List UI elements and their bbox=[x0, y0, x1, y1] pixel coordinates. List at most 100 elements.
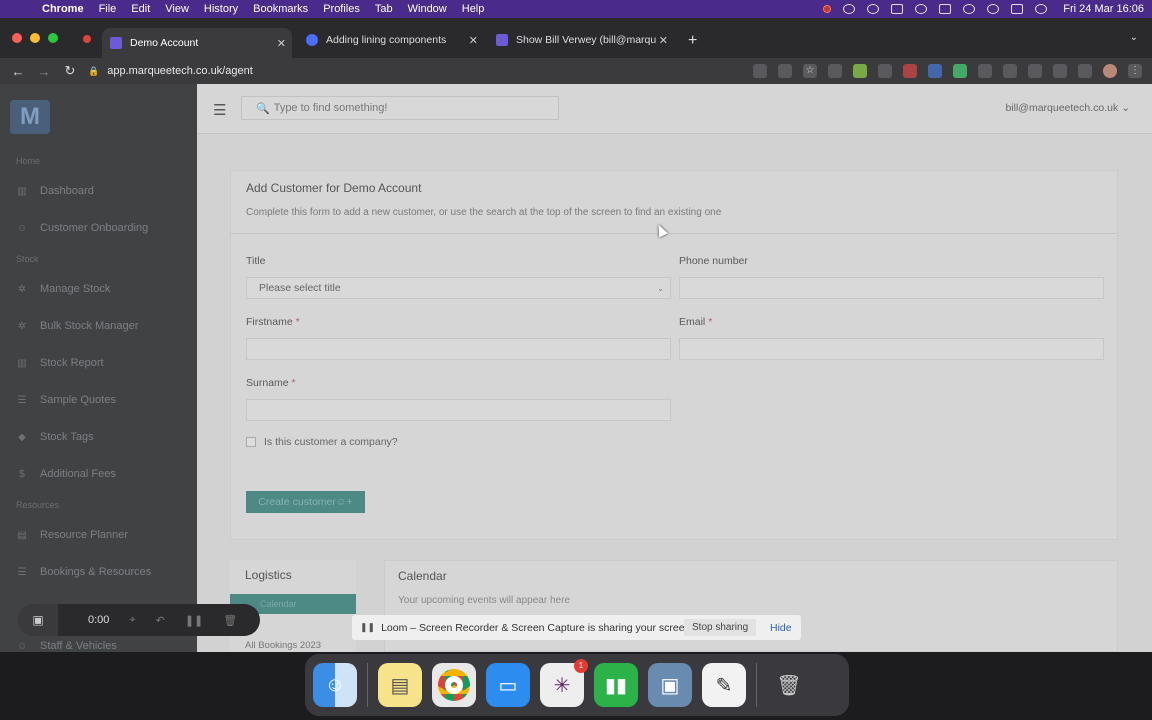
firstname-input[interactable] bbox=[246, 338, 671, 360]
puzzle-icon[interactable] bbox=[1028, 64, 1042, 78]
numbers-icon[interactable]: ▮▮ bbox=[594, 663, 638, 707]
menu-bookmarks[interactable]: Bookmarks bbox=[253, 3, 308, 15]
dock-separator bbox=[756, 663, 757, 707]
reload-icon[interactable]: ↻ bbox=[62, 63, 78, 79]
hide-button[interactable]: Hide bbox=[770, 619, 792, 636]
extension-icon[interactable] bbox=[1003, 64, 1017, 78]
menu-app-name[interactable]: Chrome bbox=[42, 3, 84, 15]
menu-window[interactable]: Window bbox=[408, 3, 447, 15]
tab-demo-account[interactable]: Demo Account ✕ bbox=[102, 28, 292, 58]
battery-icon[interactable] bbox=[939, 4, 952, 14]
menu-view[interactable]: View bbox=[165, 3, 189, 15]
creative-cloud-icon[interactable] bbox=[843, 4, 856, 14]
sidebar-toggle-icon[interactable] bbox=[1078, 64, 1092, 78]
extension-icon[interactable] bbox=[953, 64, 967, 78]
zoom-window-button[interactable] bbox=[48, 33, 58, 43]
global-search-input[interactable]: 🔍 Type to find something! bbox=[241, 96, 559, 120]
menu-file[interactable]: File bbox=[99, 3, 117, 15]
extension-icon[interactable] bbox=[903, 64, 917, 78]
undo-icon[interactable]: ↶ bbox=[156, 614, 165, 627]
reading-list-icon[interactable] bbox=[1053, 64, 1067, 78]
lock-icon[interactable]: 🔒 bbox=[88, 66, 99, 77]
spotlight-icon[interactable] bbox=[987, 4, 1000, 14]
sidebar-item-bulk-stock-manager[interactable]: ✲ Bulk Stock Manager bbox=[16, 320, 139, 332]
color-extension-icon[interactable] bbox=[853, 64, 867, 78]
menu-profiles[interactable]: Profiles bbox=[323, 3, 360, 15]
trash-icon[interactable]: 🗑 bbox=[223, 614, 237, 627]
menubar-clock[interactable]: Fri 24 Mar 16:06 bbox=[1063, 3, 1144, 15]
create-customer-button[interactable]: Create customer ☺+ bbox=[246, 491, 365, 513]
forward-icon[interactable]: → bbox=[36, 64, 52, 79]
tab-show-bill-verwey[interactable]: Show Bill Verwey (bill@marque ✕ bbox=[488, 28, 674, 52]
search-icon: 🔍 bbox=[256, 102, 270, 115]
close-window-button[interactable] bbox=[12, 33, 22, 43]
url-field[interactable]: 🔒 app.marqueetech.co.uk/agent bbox=[88, 58, 253, 84]
add-customer-card: Add Customer for Demo Account Complete t… bbox=[230, 170, 1118, 540]
menu-history[interactable]: History bbox=[204, 3, 238, 15]
trash-icon[interactable]: 🗑 bbox=[767, 663, 811, 707]
screen-mirror-icon[interactable] bbox=[891, 4, 904, 14]
phone-input[interactable] bbox=[679, 277, 1104, 299]
siri-icon[interactable] bbox=[1035, 4, 1048, 14]
sidebar-item-dashboard[interactable]: ▥ Dashboard bbox=[16, 185, 94, 197]
required-mark: * bbox=[708, 316, 713, 328]
back-icon[interactable]: ← bbox=[10, 64, 26, 79]
company-checkbox[interactable] bbox=[246, 437, 256, 447]
all-bookings-link[interactable]: All Bookings 2023 bbox=[245, 640, 321, 651]
avatar[interactable] bbox=[1103, 64, 1117, 78]
share-icon[interactable] bbox=[778, 64, 792, 78]
sidebar-item-stock-tags[interactable]: ◆ Stock Tags bbox=[16, 431, 93, 443]
sidebar-item-resource-planner[interactable]: ▤ Resource Planner bbox=[16, 529, 128, 541]
menu-edit[interactable]: Edit bbox=[131, 3, 150, 15]
bookmark-star-icon[interactable]: ☆ bbox=[803, 64, 817, 78]
menu-tab[interactable]: Tab bbox=[375, 3, 393, 15]
close-tab-icon[interactable]: ✕ bbox=[469, 34, 478, 47]
keynote-icon[interactable]: ▭ bbox=[486, 663, 530, 707]
slack-icon[interactable]: ✳ 1 bbox=[540, 659, 588, 707]
extension-icon[interactable] bbox=[878, 64, 892, 78]
user-menu[interactable]: bill@marqueetech.co.uk ⌄ bbox=[1005, 102, 1130, 114]
hamburger-menu-icon[interactable]: ☰ bbox=[213, 101, 231, 119]
headphones-icon[interactable] bbox=[915, 4, 928, 14]
more-menu-icon[interactable]: ⋮ bbox=[1128, 64, 1142, 78]
stop-sharing-button[interactable]: Stop sharing bbox=[684, 619, 757, 636]
formula-extension-icon[interactable] bbox=[978, 64, 992, 78]
notes-icon[interactable]: ▤ bbox=[378, 663, 422, 707]
sidebar-item-bookings-resources[interactable]: ☰ Bookings & Resources bbox=[16, 566, 152, 578]
tab-adding-lining-components[interactable]: Adding lining components ✕ bbox=[298, 28, 484, 52]
company-checkbox-row[interactable]: Is this customer a company? bbox=[246, 436, 398, 448]
sidebar-item-manage-stock[interactable]: ✲ Manage Stock bbox=[16, 283, 111, 295]
close-tab-icon[interactable]: ✕ bbox=[659, 34, 668, 47]
browser-chrome: Demo Account ✕ Adding lining components … bbox=[0, 18, 1152, 84]
email-input[interactable] bbox=[679, 338, 1104, 360]
extension-icon[interactable] bbox=[928, 64, 942, 78]
textedit-icon[interactable]: ✎ bbox=[702, 663, 746, 707]
sidebar-item-additional-fees[interactable]: $ Additional Fees bbox=[16, 468, 116, 480]
sidebar-item-sample-quotes[interactable]: ☰ Sample Quotes bbox=[16, 394, 116, 406]
wifi-icon[interactable] bbox=[963, 4, 976, 14]
minimize-window-button[interactable] bbox=[30, 33, 40, 43]
preview-icon[interactable]: ▣ bbox=[648, 663, 692, 707]
chevron-down-icon[interactable]: ⌄ bbox=[1130, 32, 1138, 43]
microphone-icon[interactable] bbox=[823, 5, 832, 13]
finder-icon[interactable]: ☺ bbox=[313, 663, 357, 707]
marquee-logo-icon[interactable]: M bbox=[10, 100, 50, 134]
firstname-label-text: Firstname bbox=[246, 316, 293, 328]
camera-extension-icon[interactable] bbox=[828, 64, 842, 78]
sidebar-item-staff-vehicles[interactable]: ☺ Staff & Vehicles bbox=[16, 640, 117, 652]
macos-dock: ☺ ▤ ▭ ✳ 1 ▮▮ ▣ ✎ 🗑 bbox=[305, 654, 849, 716]
microphone-icon[interactable] bbox=[753, 64, 767, 78]
drawing-icon[interactable]: ⌖ bbox=[129, 614, 135, 627]
menu-help[interactable]: Help bbox=[462, 3, 485, 15]
sidebar-item-stock-report[interactable]: ▥ Stock Report bbox=[16, 357, 103, 369]
sidebar-item-customer-onboarding[interactable]: ☺ Customer Onboarding bbox=[16, 222, 148, 234]
surname-input[interactable] bbox=[246, 399, 671, 421]
title-select[interactable]: Please select title ⌄ bbox=[246, 277, 671, 299]
close-tab-icon[interactable]: ✕ bbox=[277, 37, 286, 50]
pause-icon[interactable]: ❚❚ bbox=[185, 614, 203, 627]
control-center-icon[interactable] bbox=[1011, 4, 1024, 14]
new-tab-icon[interactable]: + bbox=[688, 32, 697, 50]
camera-icon[interactable]: ▣ bbox=[18, 604, 58, 636]
chrome-icon[interactable] bbox=[432, 663, 476, 707]
play-icon[interactable] bbox=[867, 4, 880, 14]
